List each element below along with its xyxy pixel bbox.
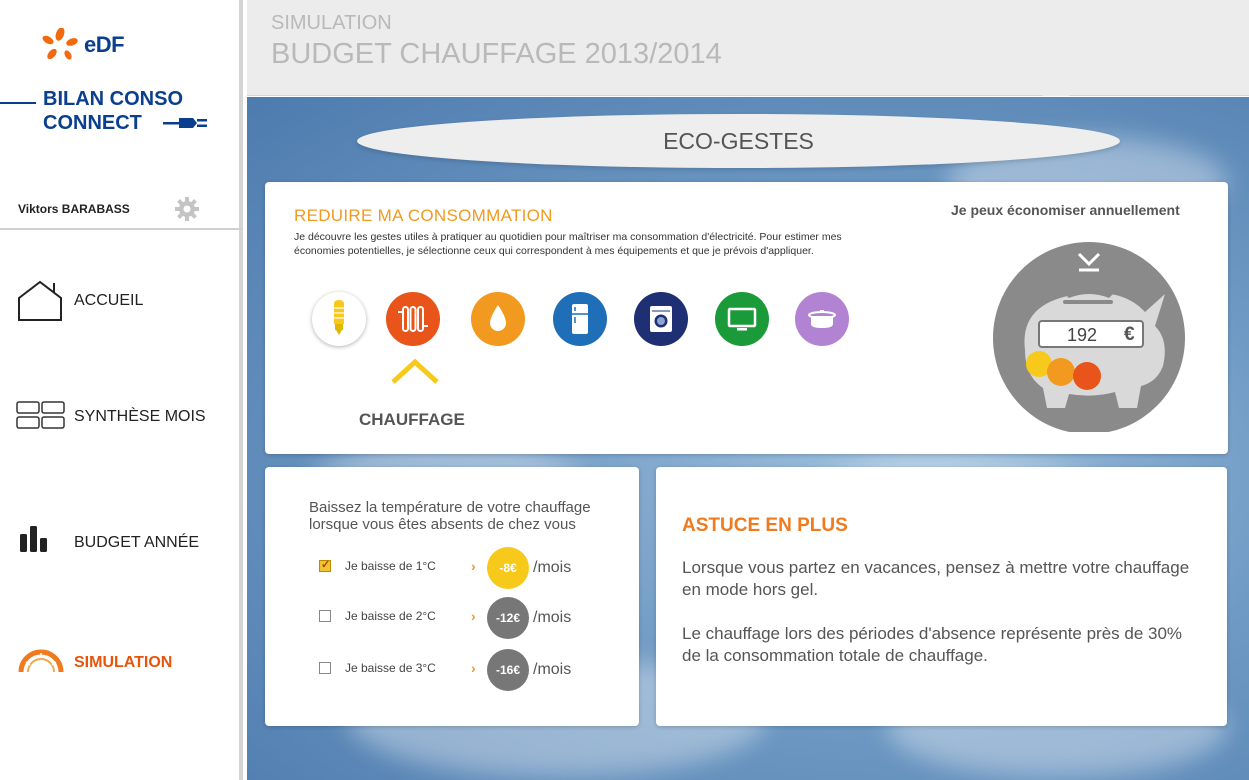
category-fridge-button[interactable] <box>553 292 607 346</box>
home-icon <box>18 280 62 321</box>
tv-icon <box>727 307 757 331</box>
bar-chart-icon <box>20 526 47 552</box>
nav-item-synthese-mois[interactable]: SYNTHÈSE MOIS <box>0 388 243 448</box>
option-2c-label: Je baisse de 2°C <box>345 609 436 623</box>
page-title: BUDGET CHAUFFAGE 2013/2014 <box>271 38 722 70</box>
option-3c-checkbox[interactable] <box>319 662 331 674</box>
app-name-line2: CONNECT <box>43 112 142 134</box>
nav-label-accueil: ACCUEIL <box>74 292 144 309</box>
water-drop-icon <box>490 305 506 331</box>
washing-machine-icon <box>650 306 672 332</box>
app-logo: BILAN CONSO CONNECT <box>0 86 243 146</box>
option-1c-unit: /mois <box>533 559 572 576</box>
app-name-line1: BILAN CONSO <box>43 88 183 110</box>
savings-currency: € <box>1124 324 1135 345</box>
astuce-paragraph-2: Le chauffage lors des périodes d'absence… <box>682 624 1183 665</box>
gauge-icon <box>18 649 64 673</box>
header-notch <box>1042 86 1070 96</box>
grid-icon <box>16 401 65 429</box>
savings-title: Je peux économiser annuellement <box>951 202 1180 218</box>
category-cooking-button[interactable] <box>795 292 849 346</box>
astuce-title: ASTUCE EN PLUS <box>682 515 848 536</box>
cooking-pot-icon <box>808 310 836 328</box>
nav-label-budget-annee: BUDGET ANNÉE <box>74 534 200 551</box>
nav-label-simulation: SIMULATION <box>74 654 173 671</box>
temperature-panel: Baissez la température de votre chauffag… <box>265 467 639 726</box>
lightbulb-icon <box>334 300 344 335</box>
nav-label-synthese-mois: SYNTHÈSE MOIS <box>74 408 206 425</box>
eco-gestes-label: ECO-GESTES <box>663 128 814 154</box>
category-tv-button[interactable] <box>715 292 769 346</box>
chevron-right-icon: › <box>471 558 476 574</box>
reduce-title: REDUIRE MA CONSOMMATION <box>294 206 553 225</box>
category-lighting-button[interactable] <box>312 292 366 346</box>
nav-item-budget-annee[interactable]: BUDGET ANNÉE <box>0 514 243 574</box>
nav-item-simulation[interactable]: SIMULATION <box>0 634 243 694</box>
savings-amount-box: 192 € <box>1038 320 1144 348</box>
chevron-up-icon <box>391 358 439 384</box>
category-washing-button[interactable] <box>634 292 688 346</box>
option-3c-savings-badge: -16€ <box>487 649 529 691</box>
fridge-icon <box>572 304 588 334</box>
edf-flower-icon <box>42 27 78 60</box>
nav-item-accueil[interactable]: ACCUEIL <box>0 272 243 332</box>
option-1c-checkbox[interactable] <box>319 558 331 572</box>
reduce-panel: REDUIRE MA CONSOMMATION Je découvre les … <box>265 182 1228 454</box>
reduce-description: Je découvre les gestes utiles à pratique… <box>294 231 842 257</box>
category-heating-button[interactable] <box>386 292 440 346</box>
sidebar: eDF BILAN CONSO CONNECT Viktors BARABASS <box>0 0 243 780</box>
option-3c-unit: /mois <box>533 661 572 678</box>
option-row-3c: Je baisse de 3°C › -16€ /mois <box>319 649 619 691</box>
option-2c-unit: /mois <box>533 609 572 626</box>
category-water-button[interactable] <box>471 292 525 346</box>
option-2c-checkbox[interactable] <box>319 610 331 622</box>
user-name: Viktors BARABASS <box>18 202 130 216</box>
savings-amount: 192 <box>1066 325 1098 345</box>
option-3c-label: Je baisse de 3°C <box>345 661 436 675</box>
page-header: SIMULATION BUDGET CHAUFFAGE 2013/2014 <box>247 0 1249 96</box>
plug-icon <box>163 118 207 128</box>
astuce-paragraph-1: Lorsque vous partez en vacances, pensez … <box>682 558 1190 599</box>
edf-logo-text: eDF <box>84 32 125 57</box>
gear-icon[interactable] <box>173 195 201 223</box>
eco-gestes-banner: ECO-GESTES <box>357 114 1120 168</box>
temperature-title: Baissez la température de votre chauffag… <box>309 499 591 533</box>
page-subtitle: SIMULATION <box>271 12 392 34</box>
chevron-right-icon: › <box>471 608 476 624</box>
option-1c-savings-badge: -8€ <box>487 547 529 589</box>
option-1c-label: Je baisse de 1°C <box>345 559 436 573</box>
selected-category-label: CHAUFFAGE <box>359 410 465 429</box>
user-row: Viktors BARABASS <box>0 190 243 230</box>
option-row-2c: Je baisse de 2°C › -12€ /mois <box>319 597 619 639</box>
radiator-icon <box>398 306 428 332</box>
option-row-1c: Je baisse de 1°C › -8€ /mois <box>319 547 619 589</box>
option-2c-savings-badge: -12€ <box>487 597 529 639</box>
logo-line <box>0 102 36 104</box>
chevron-right-icon: › <box>471 660 476 676</box>
astuce-panel: ASTUCE EN PLUS Lorsque vous partez en va… <box>656 467 1227 726</box>
edf-logo: eDF <box>40 27 140 62</box>
